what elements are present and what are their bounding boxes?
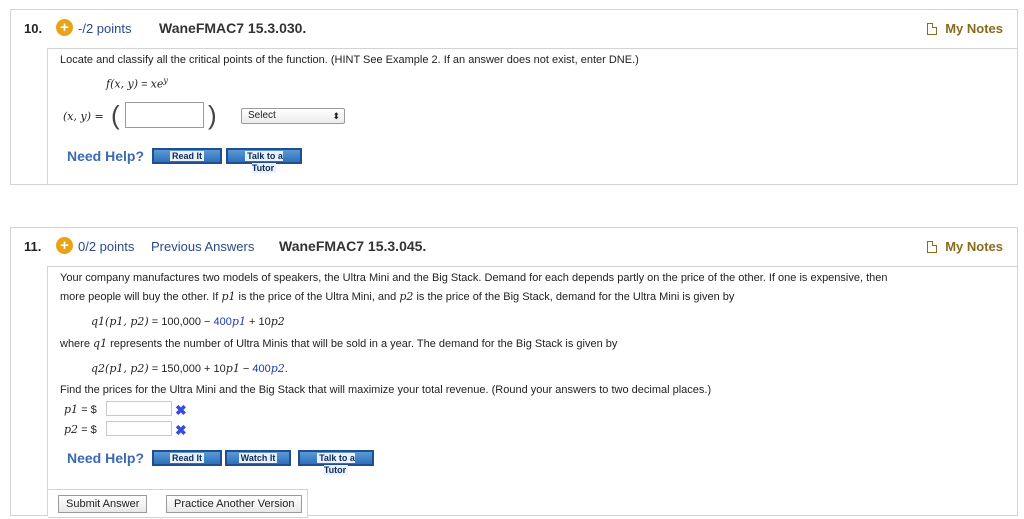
question-10-body: Locate and classify all the critical poi…: [47, 48, 1017, 184]
my-notes-label: My Notes: [945, 239, 1003, 254]
demand-equation-2: q2(p1, p2) = 150,000 + 10p1 − 400p2.: [91, 362, 288, 375]
talk-to-tutor-button[interactable]: Talk to a Tutor: [226, 148, 302, 173]
points-label: -/2 points: [78, 21, 132, 36]
function-expression: f(x, y) = xey: [106, 76, 168, 91]
question-id: WaneFMAC7 15.3.045.: [279, 238, 427, 254]
incorrect-icon: ✖: [175, 422, 187, 438]
question-10-header: 10. + -/2 points WaneFMAC7 15.3.030. My …: [11, 10, 1017, 48]
incorrect-icon: ✖: [175, 402, 187, 418]
my-notes-link[interactable]: My Notes: [927, 239, 1003, 254]
my-notes-label: My Notes: [945, 21, 1003, 36]
note-icon: [927, 241, 938, 253]
problem-text-line1: Your company manufactures two models of …: [60, 272, 888, 284]
question-number: 11.: [24, 239, 42, 254]
talk-to-tutor-button[interactable]: Talk to a Tutor: [298, 450, 374, 475]
close-paren: ): [208, 100, 217, 130]
question-prompt: Locate and classify all the critical poi…: [60, 54, 639, 66]
answer-label: (x, y) =: [63, 110, 104, 123]
read-it-button[interactable]: Read It: [152, 148, 222, 164]
previous-answers-link[interactable]: Previous Answers: [151, 239, 254, 254]
problem-text-line2: more people will buy the other. If p1 is…: [60, 290, 735, 303]
need-help-label: Need Help?: [67, 450, 145, 466]
question-id: WaneFMAC7 15.3.030.: [159, 20, 307, 36]
watch-it-button[interactable]: Watch It: [225, 450, 291, 466]
practice-another-version-button[interactable]: Practice Another Version: [166, 495, 303, 513]
points-label: 0/2 points: [78, 239, 135, 254]
find-prompt: Find the prices for the Ultra Mini and t…: [60, 384, 712, 396]
plus-icon[interactable]: +: [56, 237, 73, 254]
read-it-button[interactable]: Read It: [152, 450, 222, 466]
p1-input[interactable]: [106, 401, 172, 416]
my-notes-link[interactable]: My Notes: [927, 21, 1003, 36]
note-icon: [927, 23, 938, 35]
question-number: 10.: [24, 21, 43, 36]
question-10-card: 10. + -/2 points WaneFMAC7 15.3.030. My …: [10, 9, 1018, 185]
open-paren: (: [111, 100, 120, 130]
select-arrows-icon: ⬍: [332, 111, 340, 121]
question-11-body: Your company manufactures two models of …: [47, 266, 1017, 518]
p1-label: p1 = $: [64, 403, 97, 416]
submit-answer-button[interactable]: Submit Answer: [58, 495, 148, 513]
need-help-label: Need Help?: [67, 148, 145, 164]
question-11-header: 11. + 0/2 points Previous Answers WaneFM…: [11, 228, 1017, 266]
question-11-card: 11. + 0/2 points Previous Answers WaneFM…: [10, 227, 1018, 518]
p2-label: p2 = $: [64, 423, 97, 436]
p2-input[interactable]: [106, 421, 172, 436]
action-buttons-box: Submit Answer Practice Another Version: [48, 489, 308, 518]
classification-select[interactable]: Select ⬍: [241, 108, 345, 124]
critical-point-input[interactable]: [125, 102, 204, 128]
where-text: where q1 represents the number of Ultra …: [60, 337, 618, 350]
plus-icon[interactable]: +: [56, 19, 73, 36]
demand-equation-1: q1(p1, p2) = 100,000 − 400p1 + 10p2: [91, 315, 285, 328]
